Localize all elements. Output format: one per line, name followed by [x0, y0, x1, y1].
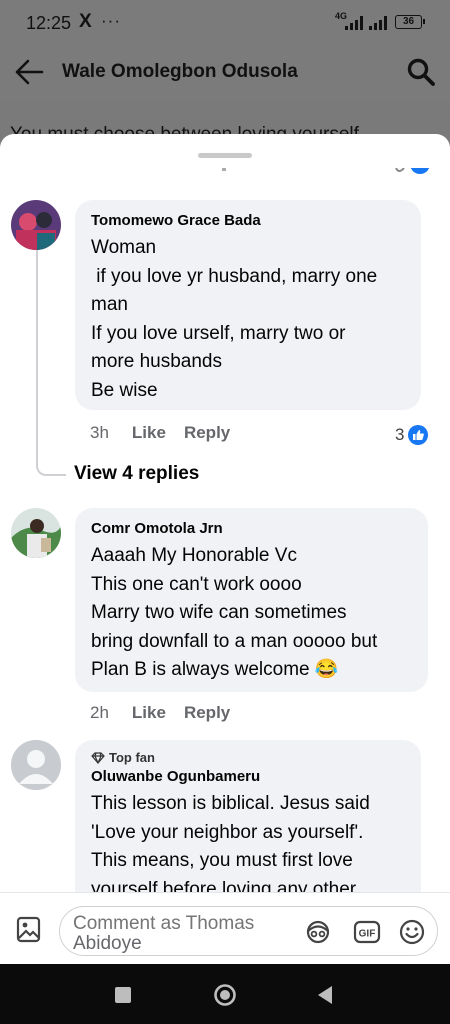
comment-composer: Abidoye GIF	[0, 892, 450, 964]
x-app-icon: X	[79, 11, 92, 32]
top-fan-badge: Top fan	[91, 750, 407, 765]
search-icon[interactable]	[406, 57, 436, 87]
like-button[interactable]: Like	[132, 703, 166, 723]
photo-icon[interactable]	[14, 913, 44, 945]
comment-bubble: Comr Omotola Jrn Aaaah My Honorable Vc T…	[75, 508, 428, 692]
comment-text: Woman if you love yr husband, marry one …	[91, 237, 378, 401]
comment-time: 3h	[90, 423, 109, 442]
status-time: 12:25	[26, 13, 72, 33]
reply-thread-line	[36, 250, 66, 476]
comment-text: Aaaah My Honorable Vc This one can't wor…	[91, 542, 414, 685]
status-bar: 12:25 X ··· 4G 36	[0, 0, 450, 44]
back-arrow-icon[interactable]	[14, 58, 44, 86]
laughing-emoji: 😂	[314, 659, 339, 680]
page-title: Wale Omolegbon Odusola	[62, 61, 298, 82]
comment-author[interactable]: Comr Omotola Jrn	[91, 520, 414, 538]
home-button-icon[interactable]	[213, 983, 237, 1007]
svg-text:GIF: GIF	[359, 929, 376, 940]
avatar[interactable]	[11, 740, 61, 790]
reply-button[interactable]: Reply	[184, 703, 230, 723]
more-notifications-icon: ···	[101, 11, 121, 30]
emoji-icon[interactable]	[398, 918, 426, 946]
comment-author[interactable]: Oluwanbe Ogunbameru	[91, 768, 407, 786]
comment-actions: 3h Like Reply	[90, 423, 230, 443]
reaction-summary[interactable]: 3	[395, 425, 429, 445]
battery-icon: 36	[395, 15, 425, 29]
comments-sheet: Tomomewo Grace Bada Woman if you love yr…	[0, 134, 450, 964]
system-nav-bar	[0, 964, 450, 1024]
signal-icon-2	[369, 16, 387, 30]
comment-input-field[interactable]: Abidoye GIF	[59, 906, 438, 956]
comment-time: 2h	[90, 703, 109, 722]
drag-handle[interactable]	[198, 153, 252, 158]
comment-placeholder-line2: Abidoye	[73, 933, 142, 954]
comment-author[interactable]: Tomomewo Grace Bada	[91, 212, 407, 230]
avatar-sticker-icon[interactable]	[304, 918, 332, 946]
avatar[interactable]	[11, 200, 61, 250]
back-button-icon[interactable]	[316, 985, 334, 1005]
like-reaction-icon	[408, 425, 429, 445]
reply-button[interactable]: Reply	[184, 423, 230, 443]
badge-label: Top fan	[109, 750, 155, 765]
comment-text: This lesson is biblical. Jesus said 'Lov…	[91, 793, 370, 900]
recents-button-icon[interactable]	[113, 985, 133, 1005]
signal-icon	[345, 16, 363, 30]
comment-actions: 2h Like Reply	[90, 703, 230, 723]
diamond-icon	[91, 751, 105, 764]
avatar[interactable]	[11, 508, 61, 558]
view-replies-link[interactable]: View 4 replies	[74, 463, 199, 485]
gif-icon[interactable]: GIF	[353, 918, 381, 946]
like-button[interactable]: Like	[132, 423, 166, 443]
page-header: Wale Omolegbon Odusola	[0, 44, 450, 100]
previous-comment-edge	[222, 168, 430, 174]
comment-bubble: Tomomewo Grace Bada Woman if you love yr…	[75, 200, 421, 410]
reaction-count: 3	[395, 425, 405, 444]
